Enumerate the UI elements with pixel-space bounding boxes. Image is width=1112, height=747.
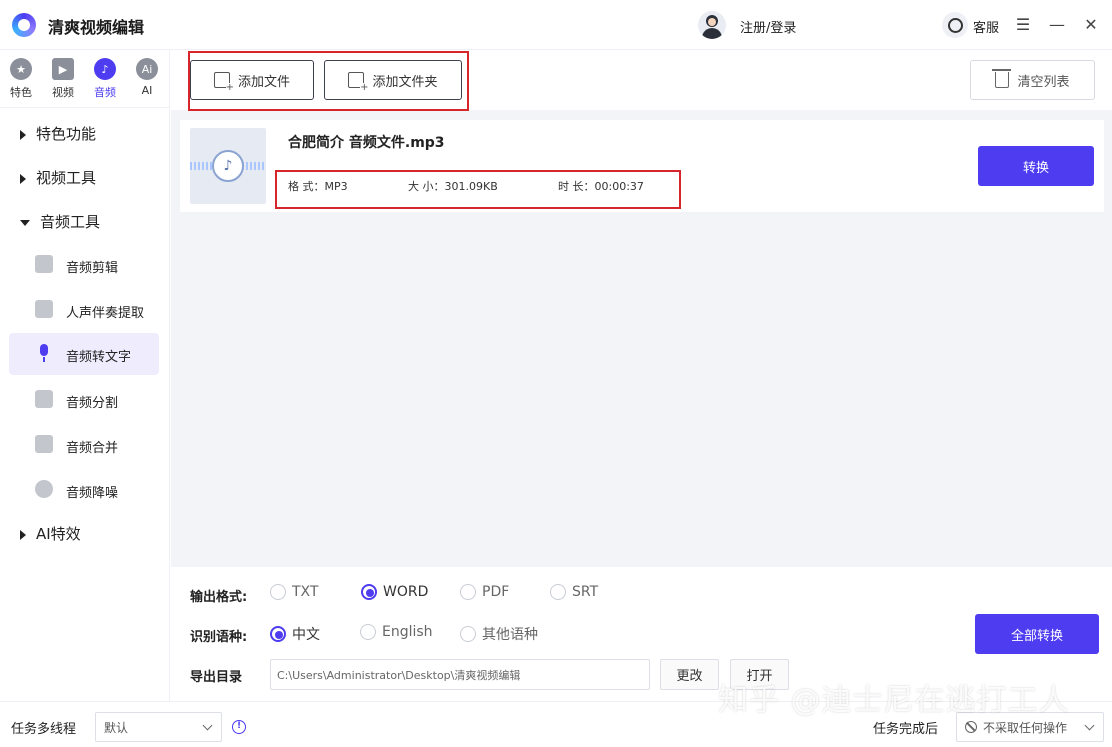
title-bar: 清爽视频编辑 注册/登录 客服 ☰ — ✕ bbox=[0, 0, 1112, 50]
language-option-chinese[interactable]: 中文 bbox=[270, 624, 320, 644]
threads-select[interactable]: 默认 bbox=[95, 712, 222, 742]
language-option-english[interactable]: English bbox=[360, 624, 433, 640]
audio-merge-icon bbox=[35, 435, 53, 453]
sidebar-item-audio-denoise[interactable]: 音频降噪 bbox=[9, 469, 159, 511]
customer-service-icon[interactable] bbox=[942, 12, 968, 38]
format-option-pdf[interactable]: PDF bbox=[460, 584, 509, 600]
music-notes-icon bbox=[35, 390, 53, 408]
section-label: 音频工具 bbox=[40, 213, 101, 231]
sidebar-item-vocal-extract[interactable]: 人声伴奏提取 bbox=[9, 289, 159, 331]
sidebar-section-ai-effects[interactable]: AI特效 bbox=[20, 523, 81, 544]
user-avatar[interactable] bbox=[698, 11, 726, 39]
radio-label: WORD bbox=[383, 584, 429, 600]
sidebar-item-label: 音频剪辑 bbox=[66, 261, 119, 276]
tab-featured[interactable]: ★ 特色 bbox=[3, 58, 39, 100]
sidebar: ★ 特色 ▶ 视频 ♪ 音频 Ai AI 特色功能 视频工具 音频工具 音频剪辑… bbox=[0, 50, 170, 701]
app-logo-icon bbox=[12, 13, 36, 37]
clear-list-label: 清空列表 bbox=[1017, 74, 1070, 90]
person-icon bbox=[35, 300, 53, 318]
format-option-txt[interactable]: TXT bbox=[270, 584, 318, 600]
category-tabs: ★ 特色 ▶ 视频 ♪ 音频 Ai AI bbox=[0, 50, 170, 108]
menu-icon[interactable]: ☰ bbox=[1011, 12, 1035, 36]
sidebar-item-label: 音频转文字 bbox=[66, 350, 132, 365]
chevron-down-icon bbox=[202, 720, 213, 731]
video-icon: ▶ bbox=[52, 58, 74, 80]
section-label: 特色功能 bbox=[36, 125, 97, 143]
sidebar-item-audio-to-text[interactable]: 音频转文字 bbox=[9, 333, 159, 375]
convert-all-button[interactable]: 全部转换 bbox=[975, 614, 1099, 654]
radio-label: 其他语种 bbox=[482, 627, 538, 643]
ban-icon bbox=[965, 721, 977, 733]
sidebar-section-featured[interactable]: 特色功能 bbox=[20, 123, 96, 144]
sidebar-section-video-tools[interactable]: 视频工具 bbox=[20, 167, 96, 188]
tab-video[interactable]: ▶ 视频 bbox=[45, 58, 81, 100]
export-path-input[interactable] bbox=[270, 659, 650, 690]
highlight-box bbox=[275, 170, 681, 209]
audio-thumbnail: ♪ bbox=[190, 128, 266, 204]
file-name: 合肥简介 音频文件.mp3 bbox=[288, 135, 445, 151]
section-label: AI特效 bbox=[36, 525, 81, 543]
tab-audio[interactable]: ♪ 音频 bbox=[87, 58, 123, 100]
app-title: 清爽视频编辑 bbox=[48, 18, 145, 37]
sidebar-item-label: 人声伴奏提取 bbox=[66, 306, 145, 321]
after-task-select-value: 不采取任何操作 bbox=[983, 720, 1068, 735]
after-task-label: 任务完成后 bbox=[873, 722, 939, 737]
language-label: 识别语种: bbox=[190, 630, 248, 645]
sidebar-item-label: 音频合并 bbox=[66, 441, 119, 456]
tab-label: AI bbox=[141, 84, 153, 97]
info-icon[interactable]: ! bbox=[232, 720, 246, 734]
change-directory-button[interactable]: 更改 bbox=[660, 659, 719, 690]
export-directory-label: 导出目录 bbox=[190, 670, 243, 685]
radio-label: PDF bbox=[482, 584, 510, 600]
tab-label: 特色 bbox=[10, 86, 32, 99]
star-icon: ★ bbox=[10, 58, 32, 80]
music-note-icon: ♪ bbox=[212, 150, 244, 182]
caret-down-icon bbox=[20, 219, 30, 226]
highlight-box bbox=[188, 51, 469, 111]
format-option-word[interactable]: WORD bbox=[361, 584, 428, 600]
denoise-icon bbox=[35, 480, 53, 498]
sidebar-section-audio-tools[interactable]: 音频工具 bbox=[20, 211, 100, 232]
ai-icon: Ai bbox=[136, 58, 158, 80]
close-button[interactable]: ✕ bbox=[1079, 12, 1103, 36]
sidebar-item-label: 音频降噪 bbox=[66, 486, 119, 501]
radio-label: TXT bbox=[292, 584, 319, 600]
caret-right-icon bbox=[20, 173, 26, 184]
watermark: 知乎 @迪士尼在逃打工人 bbox=[718, 683, 1070, 718]
format-option-srt[interactable]: SRT bbox=[550, 584, 598, 600]
minimize-button[interactable]: — bbox=[1045, 12, 1069, 36]
clear-list-button[interactable]: 清空列表 bbox=[970, 60, 1095, 100]
customer-service-link[interactable]: 客服 bbox=[973, 17, 999, 36]
threads-select-value: 默认 bbox=[104, 720, 129, 735]
radio-label: SRT bbox=[572, 584, 599, 600]
trash-icon bbox=[992, 69, 1012, 88]
radio-label: 中文 bbox=[292, 627, 320, 643]
sidebar-item-audio-edit[interactable]: 音频剪辑 bbox=[9, 244, 159, 286]
radio-label: English bbox=[382, 624, 433, 640]
caret-right-icon bbox=[20, 529, 26, 540]
caret-right-icon bbox=[20, 129, 26, 140]
convert-button[interactable]: 转换 bbox=[978, 146, 1094, 186]
audio-edit-icon bbox=[35, 255, 53, 273]
tab-label: 音频 bbox=[94, 86, 116, 99]
threads-label: 任务多线程 bbox=[11, 722, 77, 737]
sidebar-item-audio-merge[interactable]: 音频合并 bbox=[9, 424, 159, 466]
audio-icon: ♪ bbox=[94, 58, 116, 80]
output-format-label: 输出格式: bbox=[190, 590, 248, 605]
microphone-icon bbox=[35, 344, 53, 362]
main-area: 添加文件 添加文件夹 清空列表 ♪ 合肥简介 音频文件.mp3 格 式：MP3 … bbox=[171, 50, 1112, 567]
sidebar-item-audio-split[interactable]: 音频分割 bbox=[9, 379, 159, 421]
section-label: 视频工具 bbox=[36, 169, 97, 187]
tab-label: 视频 bbox=[52, 86, 74, 99]
tab-ai[interactable]: Ai AI bbox=[129, 58, 165, 97]
login-link[interactable]: 注册/登录 bbox=[740, 17, 796, 36]
chevron-down-icon bbox=[1084, 720, 1095, 731]
language-option-other[interactable]: 其他语种 bbox=[460, 624, 538, 644]
sidebar-item-label: 音频分割 bbox=[66, 396, 119, 411]
